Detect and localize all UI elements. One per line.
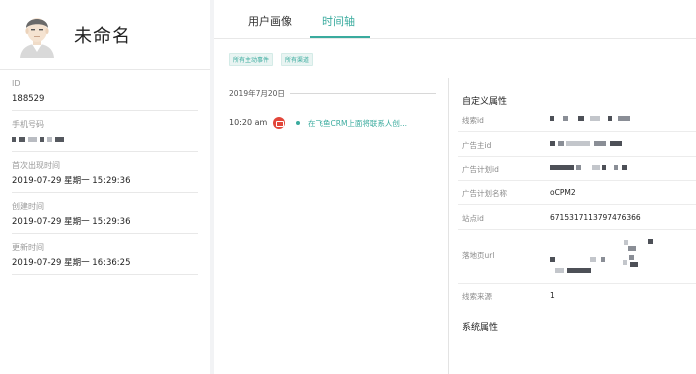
user-avatar-icon — [20, 17, 54, 58]
event-dot-icon — [296, 121, 300, 125]
divider — [458, 283, 696, 284]
user-name: 未命名 — [74, 25, 131, 47]
attr-value: 1 — [550, 291, 555, 300]
system-attributes-title: 系统属性 — [462, 323, 499, 333]
divider — [458, 180, 696, 181]
field-phone: 手机号码 — [12, 111, 198, 152]
attr-value: 6715317113797476366 — [550, 213, 641, 222]
profile-header: 未命名 — [0, 0, 210, 70]
divider — [458, 204, 696, 205]
redacted-phone-value — [12, 135, 198, 146]
event-link[interactable]: 在飞鱼CRM上面将联系人创... — [308, 118, 407, 129]
filter-all-events[interactable]: 所有主动事件 — [229, 53, 274, 66]
divider — [458, 229, 696, 230]
filter-all-channels[interactable]: 所有渠道 — [281, 53, 314, 66]
field-value: 188529 — [12, 94, 45, 104]
event-time: 10:20 am — [229, 118, 268, 127]
attr-label: 线索id — [462, 116, 484, 125]
tab-timeline[interactable]: 时间轴 — [322, 13, 355, 29]
attr-label: 线索来源 — [462, 292, 492, 301]
field-label: 手机号码 — [12, 120, 44, 129]
attr-value: oCPM2 — [550, 188, 576, 197]
attr-label: 广告主id — [462, 141, 492, 150]
active-tab-indicator — [310, 36, 370, 38]
field-value: 2019-07-29 星期一 15:29:36 — [12, 217, 131, 227]
field-created: 创建时间 2019-07-29 星期一 15:29:36 — [12, 193, 198, 234]
field-label: 更新时间 — [12, 243, 44, 252]
divider — [290, 93, 436, 94]
field-label: ID — [12, 79, 21, 88]
field-first-seen: 首次出现时间 2019-07-29 星期一 15:29:36 — [12, 152, 198, 193]
attr-label: 广告计划id — [462, 165, 499, 174]
custom-attributes-title: 自定义属性 — [462, 97, 508, 107]
field-value: 2019-07-29 星期一 15:29:36 — [12, 176, 131, 186]
column-divider — [448, 78, 449, 374]
divider — [458, 156, 696, 157]
divider — [458, 131, 696, 132]
main-panel: 用户画像 时间轴 所有主动事件 所有渠道 2019年7月20日 10:20 am… — [214, 0, 696, 374]
contact-sidebar: 未命名 ID 188529 手机号码 首次出现时间 2019-07-29 星期一… — [0, 0, 210, 374]
field-label: 创建时间 — [12, 202, 44, 211]
attr-label: 广告计划名称 — [462, 189, 507, 198]
avatar — [18, 12, 56, 58]
tab-user-portrait[interactable]: 用户画像 — [248, 13, 292, 29]
attr-label: 落地页url — [462, 251, 495, 260]
field-id: ID 188529 — [12, 70, 198, 111]
field-value: 2019-07-29 星期一 16:36:25 — [12, 258, 131, 268]
field-label: 首次出现时间 — [12, 161, 60, 170]
attr-label: 站点id — [462, 214, 484, 223]
timeline-date: 2019年7月20日 — [229, 89, 285, 98]
tab-bar: 用户画像 时间轴 — [214, 0, 696, 39]
field-updated: 更新时间 2019-07-29 星期一 16:36:25 — [12, 234, 198, 275]
crm-event-icon — [273, 117, 285, 129]
